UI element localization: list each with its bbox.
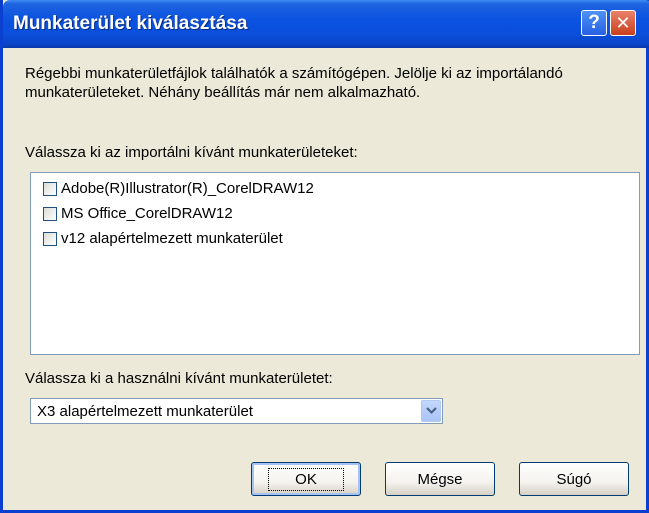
question-icon: ?	[588, 12, 600, 33]
workspace-select-label: Válassza ki a használni kívánt munkaterü…	[25, 370, 333, 387]
list-item-label: v12 alapértelmezett munkaterület	[61, 230, 283, 247]
list-item[interactable]: v12 alapértelmezett munkaterület	[31, 226, 639, 251]
workspace-select[interactable]: X3 alapértelmezett munkaterület	[30, 398, 443, 424]
checkbox-adobe-illustrator[interactable]	[43, 181, 57, 196]
help-title-button[interactable]: ?	[581, 10, 607, 36]
cancel-button[interactable]: Mégse	[385, 462, 495, 496]
help-button[interactable]: Súgó	[519, 462, 629, 496]
list-item-label: Adobe(R)Illustrator(R)_CorelDRAW12	[61, 180, 314, 197]
chevron-down-icon	[425, 407, 437, 415]
close-button[interactable]: ✕	[610, 10, 636, 36]
list-item-label: MS Office_CorelDRAW12	[61, 205, 233, 222]
title-bar[interactable]: Munkaterület kiválasztása ? ✕	[3, 0, 649, 48]
intro-text: Régebbi munkaterületfájlok találhatók a …	[25, 65, 563, 101]
workspace-import-list[interactable]: Adobe(R)Illustrator(R)_CorelDRAW12 MS Of…	[30, 172, 640, 355]
ok-button-label: OK	[268, 467, 344, 491]
dialog-window: Munkaterület kiválasztása ? ✕ Régebbi mu…	[0, 0, 649, 513]
list-item[interactable]: Adobe(R)Illustrator(R)_CorelDRAW12	[31, 176, 639, 201]
checkbox-v12-default[interactable]	[43, 231, 57, 246]
ok-button[interactable]: OK	[251, 462, 361, 496]
workspace-select-value: X3 alapértelmezett munkaterület	[37, 403, 253, 420]
close-icon: ✕	[615, 13, 631, 33]
dialog-content: Régebbi munkaterületfájlok találhatók a …	[3, 48, 646, 510]
help-button-label: Súgó	[556, 470, 592, 488]
import-list-label: Válassza ki az importálni kívánt munkate…	[25, 144, 358, 161]
cancel-button-label: Mégse	[417, 470, 463, 488]
list-item[interactable]: MS Office_CorelDRAW12	[31, 201, 639, 226]
dialog-title: Munkaterület kiválasztása	[13, 13, 248, 34]
dropdown-button[interactable]	[421, 400, 441, 422]
checkbox-ms-office[interactable]	[43, 206, 57, 221]
